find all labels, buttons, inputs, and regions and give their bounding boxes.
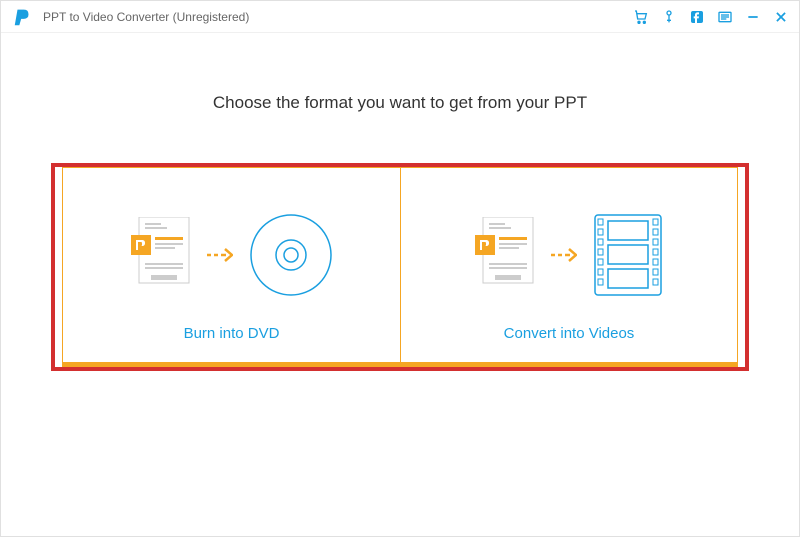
video-illustration (475, 213, 663, 297)
page-heading: Choose the format you want to get from y… (41, 93, 759, 113)
application-window: PPT to Video Converter (Unregistered) (0, 0, 800, 537)
menu-icon[interactable] (717, 9, 733, 25)
options-container: Burn into DVD (51, 163, 749, 371)
cart-icon[interactable] (633, 9, 649, 25)
titlebar-controls (633, 9, 789, 25)
dvd-disc-icon (249, 213, 333, 297)
title-bar: PPT to Video Converter (Unregistered) (1, 1, 799, 33)
dvd-illustration (131, 213, 333, 297)
video-option-label: Convert into Videos (504, 325, 635, 342)
arrow-icon (207, 248, 233, 262)
app-logo-icon (11, 5, 35, 29)
window-title: PPT to Video Converter (Unregistered) (43, 10, 633, 24)
arrow-icon (551, 248, 577, 262)
burn-dvd-option[interactable]: Burn into DVD (62, 167, 400, 367)
main-content: Choose the format you want to get from y… (1, 33, 799, 411)
key-icon[interactable] (661, 9, 677, 25)
video-film-icon (593, 213, 663, 297)
ppt-document-icon (131, 217, 191, 293)
facebook-icon[interactable] (689, 9, 705, 25)
minimize-button[interactable] (745, 9, 761, 25)
close-button[interactable] (773, 9, 789, 25)
convert-video-option[interactable]: Convert into Videos (400, 167, 738, 367)
dvd-option-label: Burn into DVD (184, 325, 280, 342)
ppt-document-icon (475, 217, 535, 293)
